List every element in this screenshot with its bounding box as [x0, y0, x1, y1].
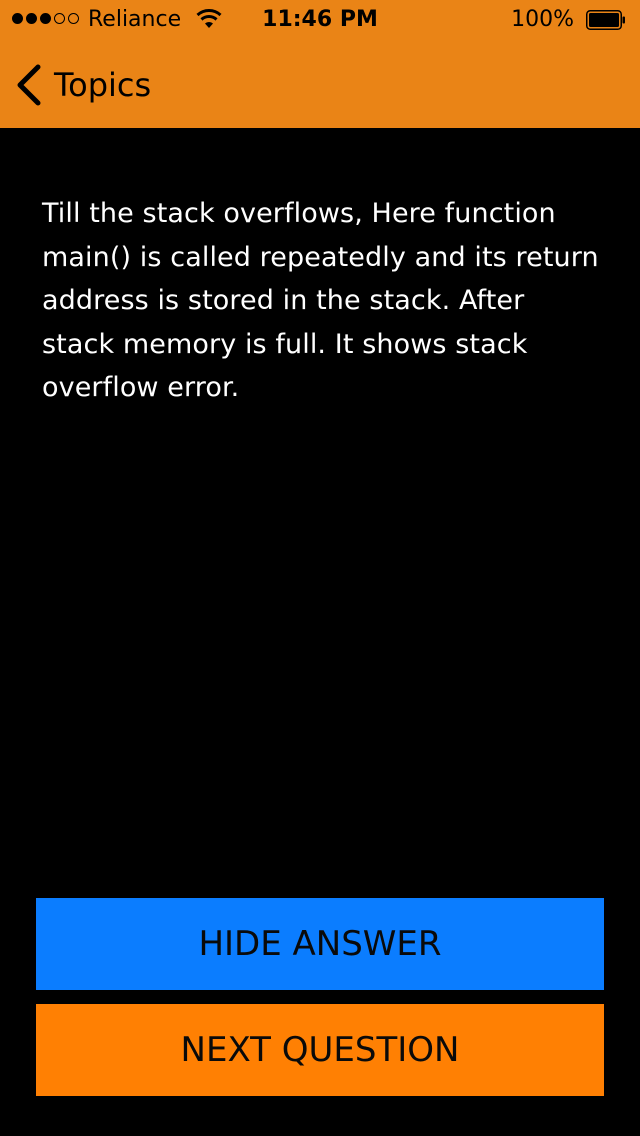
hide-answer-button[interactable]: HIDE ANSWER — [36, 898, 604, 990]
back-button[interactable]: Topics — [14, 60, 151, 110]
battery-percentage: 100% — [511, 7, 574, 32]
back-button-label: Topics — [54, 66, 152, 104]
answer-text: Till the stack overflows, Here function … — [42, 198, 599, 403]
navigation-header: Reliance 11:46 PM 100% Topics — [0, 0, 640, 128]
battery-icon — [586, 10, 626, 30]
next-question-button[interactable]: NEXT QUESTION — [36, 1004, 604, 1096]
status-bar: Reliance 11:46 PM 100% — [0, 0, 640, 40]
chevron-left-icon — [17, 64, 41, 106]
